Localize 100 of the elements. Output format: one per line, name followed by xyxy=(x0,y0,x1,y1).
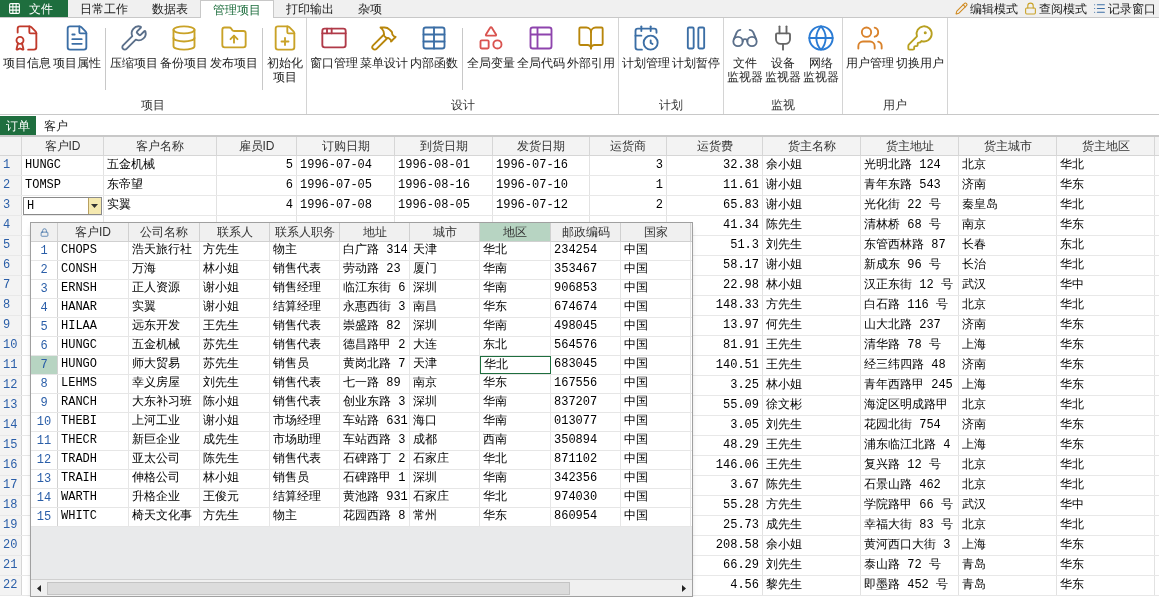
ribbon-button[interactable]: 计划暂停 xyxy=(671,24,721,90)
row-number: 18 xyxy=(0,496,22,515)
ribbon-button[interactable]: 内部函数 xyxy=(409,24,459,90)
table-icon xyxy=(420,24,448,52)
table-cell: 4 xyxy=(217,196,297,215)
table-cell: 长春 xyxy=(959,236,1057,255)
table-cell: HANAR xyxy=(58,299,129,317)
ribbon-button[interactable]: 备份项目 xyxy=(159,24,209,90)
ribbon-button[interactable]: 全局变量 xyxy=(466,24,516,90)
table-cell: 华北 xyxy=(1057,196,1155,215)
column-header[interactable]: 地区 xyxy=(480,223,551,241)
column-header[interactable]: 客户ID xyxy=(22,137,104,155)
mode-button[interactable]: 编辑模式 xyxy=(952,0,1021,17)
table-cell: 1996-07-10 xyxy=(493,176,590,195)
column-header[interactable]: 货主城市 xyxy=(959,137,1057,155)
column-header[interactable]: 运货费 xyxy=(667,137,763,155)
right-arrow-icon[interactable] xyxy=(682,584,686,592)
left-arrow-icon[interactable] xyxy=(37,584,41,592)
table-cell: 清林桥 68 号 xyxy=(861,216,959,235)
table-cell: 陈先生 xyxy=(200,451,270,469)
table-cell: 谢小姐 xyxy=(763,196,861,215)
lock-icon xyxy=(1024,2,1037,15)
ribbon-button[interactable]: 项目信息 xyxy=(2,24,52,90)
wrench-icon xyxy=(120,24,148,52)
table-cell: 黄河西口大街 3 xyxy=(861,536,959,555)
table-cell: 北京 xyxy=(959,396,1057,415)
table-cell: 成都 xyxy=(410,432,480,450)
row-number: 5 xyxy=(0,236,22,255)
ribbon-button[interactable]: 用户管理 xyxy=(845,24,895,90)
table-cell: 陈小姐 xyxy=(200,394,270,412)
table-cell: 林小姐 xyxy=(763,376,861,395)
menu-tab[interactable]: 打印输出 xyxy=(274,0,346,17)
scrollbar-thumb[interactable] xyxy=(47,581,570,595)
column-header[interactable]: 联系人职务 xyxy=(270,223,340,241)
table-cell: 华南 xyxy=(480,470,551,488)
column-header[interactable]: 公司名称 xyxy=(129,223,200,241)
ribbon-button[interactable]: 计划管理 xyxy=(621,24,671,90)
table-cell: 华东 xyxy=(1057,176,1155,195)
horizontal-scrollbar[interactable] xyxy=(31,579,692,596)
ribbon-button[interactable]: 全局代码 xyxy=(516,24,566,90)
table-cell: 王俊元 xyxy=(200,489,270,507)
table-cell: 劳动路 23 xyxy=(340,261,410,279)
table-cell: 南昌 xyxy=(410,299,480,317)
column-header[interactable]: 联系人 xyxy=(200,223,270,241)
table-cell: 陈先生 xyxy=(763,476,861,495)
document-tab[interactable]: 客户 xyxy=(36,116,76,135)
table-cell: HUNGC xyxy=(22,156,104,175)
menu-tab[interactable]: 日常工作 xyxy=(68,0,140,17)
table-cell: 秦皇岛 xyxy=(959,196,1057,215)
mode-button[interactable]: 查阅模式 xyxy=(1021,0,1090,17)
ribbon-button[interactable]: 项目属性 xyxy=(52,24,102,90)
table-cell: 华东 xyxy=(1057,416,1155,435)
table-cell: 济南 xyxy=(959,356,1057,375)
table-cell: 上河工业 xyxy=(129,413,200,431)
table-cell: 华东 xyxy=(1057,436,1155,455)
column-header[interactable]: 发货日期 xyxy=(493,137,590,155)
column-header[interactable]: 国家 xyxy=(621,223,691,241)
table-cell: 何先生 xyxy=(763,316,861,335)
table-cell: 学院路甲 66 号 xyxy=(861,496,959,515)
ribbon-button[interactable]: 发布项目 xyxy=(209,24,259,90)
table-cell: 幸福大街 83 号 xyxy=(861,516,959,535)
table-cell: 方先生 xyxy=(763,296,861,315)
column-header[interactable]: 客户ID xyxy=(58,223,129,241)
ribbon-button[interactable]: 外部引用 xyxy=(566,24,616,90)
column-header[interactable]: 货主地区 xyxy=(1057,137,1155,155)
ribbon-button[interactable]: 文件 监视器 xyxy=(726,24,764,90)
column-header[interactable]: 邮政编码 xyxy=(551,223,621,241)
ribbon-button[interactable]: 初始化 项目 xyxy=(266,24,304,90)
ribbon-button[interactable]: 菜单设计 xyxy=(359,24,409,90)
table-cell: 幸义房屋 xyxy=(129,375,200,393)
menu-tab[interactable]: 杂项 xyxy=(346,0,394,17)
menu-tab[interactable]: 数据表 xyxy=(140,0,200,17)
table-cell: 光化街 22 号 xyxy=(861,196,959,215)
ribbon-button[interactable]: 窗口管理 xyxy=(309,24,359,90)
ribbon-button[interactable]: 压缩项目 xyxy=(109,24,159,90)
column-header[interactable]: 货主地址 xyxy=(861,137,959,155)
ribbon-button[interactable]: 切换用户 xyxy=(895,24,945,90)
table-cell: 837207 xyxy=(551,394,621,412)
ribbon-button[interactable]: 设备 监视器 xyxy=(764,24,802,90)
column-header[interactable]: 地址 xyxy=(340,223,410,241)
table-cell: 光明北路 124 xyxy=(861,156,959,175)
file-menu[interactable]: 文件 xyxy=(0,0,68,17)
table-cell: 1996-08-05 xyxy=(395,196,493,215)
column-header[interactable]: 货主名称 xyxy=(763,137,861,155)
combo-box[interactable]: H xyxy=(23,197,102,215)
row-number[interactable]: 7 xyxy=(31,356,58,374)
column-header[interactable]: 订购日期 xyxy=(297,137,395,155)
column-header[interactable]: 到货日期 xyxy=(395,137,493,155)
table-cell: 黄池路 931 xyxy=(340,489,410,507)
ribbon-button[interactable]: 网络 监视器 xyxy=(802,24,840,90)
column-header[interactable]: 运货商 xyxy=(590,137,667,155)
mode-button[interactable]: 记录窗口 xyxy=(1090,0,1159,17)
table-cell: 1996-07-05 xyxy=(297,176,395,195)
column-header[interactable]: 雇员ID xyxy=(217,137,297,155)
document-tab[interactable]: 订单 xyxy=(0,116,36,135)
table-cell: 北京 xyxy=(959,156,1057,175)
row-number: 6 xyxy=(0,256,22,275)
table-cell: 674674 xyxy=(551,299,621,317)
calendar-clock-icon xyxy=(632,24,660,52)
column-header[interactable]: 客户名称 xyxy=(104,137,217,155)
